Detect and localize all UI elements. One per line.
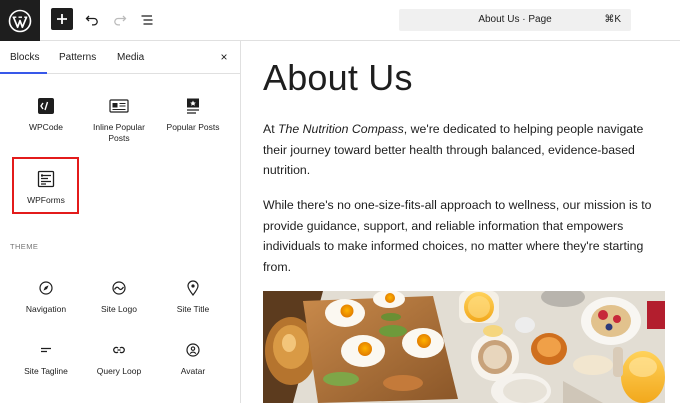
- block-avatar[interactable]: Avatar: [156, 340, 230, 377]
- tagline-icon: [41, 347, 51, 353]
- block-label: Site Logo: [101, 304, 137, 314]
- breakfast-table-photo: [263, 291, 665, 403]
- inserter-tabs: Blocks Patterns Media ×: [0, 41, 240, 74]
- block-query-loop[interactable]: Query Loop: [82, 340, 156, 377]
- popular-posts-icon: [187, 98, 199, 114]
- wpforms-icon: [37, 170, 55, 188]
- tab-media[interactable]: Media: [117, 52, 144, 63]
- paragraph-intro[interactable]: At The Nutrition Compass, we're dedicate…: [263, 119, 668, 181]
- redo-button[interactable]: [108, 8, 132, 32]
- block-inserter-panel: Blocks Patterns Media × WPCode Inline Po…: [0, 41, 241, 403]
- block-navigation[interactable]: Navigation: [9, 278, 83, 315]
- block-site-logo[interactable]: Site Logo: [82, 278, 156, 315]
- add-block-button[interactable]: [51, 8, 73, 30]
- paragraph-mission[interactable]: While there's no one-size-fits-all appro…: [263, 195, 668, 277]
- inline-posts-icon: [109, 99, 129, 113]
- block-label: Query Loop: [96, 366, 142, 376]
- redo-icon: [114, 15, 127, 26]
- tab-patterns[interactable]: Patterns: [59, 52, 96, 63]
- block-label: WPCode: [28, 122, 63, 132]
- block-popular-posts[interactable]: Popular Posts: [156, 96, 230, 133]
- block-site-tagline[interactable]: Site Tagline: [9, 340, 83, 377]
- wordpress-logo-icon: [8, 9, 32, 32]
- avatar-icon: [186, 343, 200, 357]
- block-label: Navigation: [25, 304, 67, 314]
- site-logo-icon: [112, 281, 126, 295]
- tab-blocks[interactable]: Blocks: [10, 52, 39, 63]
- navigation-icon: [39, 281, 53, 295]
- list-view-icon: [141, 15, 153, 25]
- block-site-title[interactable]: Site Title: [156, 278, 230, 315]
- block-label: Avatar: [180, 366, 206, 376]
- undo-icon: [85, 15, 98, 26]
- brand-name: The Nutrition Compass: [278, 122, 404, 136]
- block-label: Popular Posts: [166, 122, 220, 132]
- editor-top-bar: About Us · Page ⌘K: [0, 0, 680, 41]
- wpcode-icon: [38, 98, 54, 114]
- undo-button[interactable]: [80, 8, 104, 32]
- loop-icon: [113, 346, 125, 354]
- document-title: About Us · Page: [478, 14, 552, 25]
- block-label: Site Tagline: [24, 366, 68, 376]
- close-inserter-button[interactable]: ×: [217, 50, 231, 64]
- theme-section-heading: THEME: [10, 242, 39, 251]
- intro-prefix: At: [263, 122, 279, 136]
- list-view-button[interactable]: [135, 8, 159, 32]
- page-title[interactable]: About Us: [263, 57, 413, 99]
- block-label: Inline Popular Posts: [93, 122, 145, 143]
- editor-canvas: About Us At The Nutrition Compass, we're…: [242, 41, 680, 403]
- map-pin-icon: [187, 280, 199, 296]
- block-wpcode[interactable]: WPCode: [9, 96, 83, 133]
- active-tab-indicator: [0, 72, 47, 74]
- plus-icon: [57, 14, 67, 24]
- command-palette-bar[interactable]: About Us · Page ⌘K: [399, 9, 631, 31]
- wordpress-logo-button[interactable]: [0, 0, 40, 41]
- command-shortcut: ⌘K: [604, 14, 621, 25]
- block-label: Site Title: [176, 304, 210, 314]
- block-inline-popular-posts[interactable]: Inline Popular Posts: [82, 96, 156, 144]
- block-label: WPForms: [27, 195, 65, 205]
- featured-image[interactable]: [263, 291, 665, 403]
- block-wpforms[interactable]: WPForms: [9, 169, 83, 206]
